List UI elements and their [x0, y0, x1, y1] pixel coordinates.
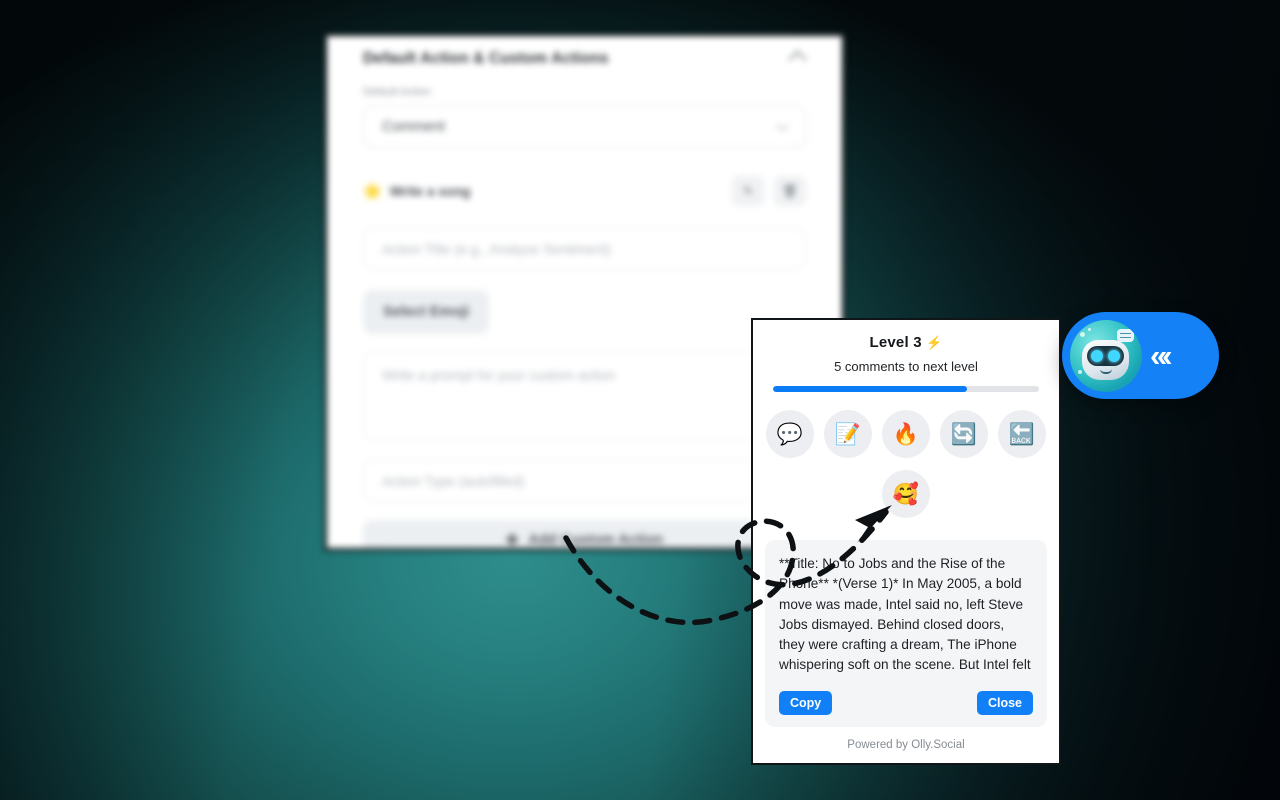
back-action[interactable]: 🔙 — [998, 410, 1046, 458]
default-action-select[interactable]: Comment — [363, 106, 806, 148]
action-buttons-row-secondary: 🥰 — [753, 470, 1059, 518]
fire-action[interactable]: 🔥 — [882, 410, 930, 458]
write-action[interactable]: 📝 — [824, 410, 872, 458]
edit-icon[interactable]: ✎ — [732, 176, 764, 206]
popup-footer: Powered by Olly.Social — [847, 739, 965, 751]
chevron-up-icon[interactable] — [788, 49, 807, 69]
screen-root: Default Action & Custom Actions Default … — [0, 0, 1280, 800]
action-buttons-row: 💬 📝 🔥 🔄 🔙 — [753, 410, 1059, 458]
level-progress-fill — [773, 386, 968, 392]
panel-header: Default Action & Custom Actions — [327, 36, 842, 74]
trash-icon[interactable]: 🗑 — [774, 176, 806, 206]
chat-bubble-icon — [1117, 328, 1134, 342]
level-title: Level 3 ⚡ — [773, 334, 1039, 351]
add-custom-action-button[interactable]: ✚ Add Custom Action — [363, 520, 806, 549]
panel-title: Default Action & Custom Actions — [363, 50, 609, 67]
chevron-left-triple-icon: «‹ — [1150, 338, 1172, 373]
back-action-icon: 🔙 — [1008, 422, 1036, 446]
action-type-placeholder: Action Type (autofilled) — [382, 473, 525, 489]
close-button[interactable]: Close — [976, 691, 1033, 715]
default-action-label: Default Action — [363, 86, 431, 98]
add-custom-action-label: Add Custom Action — [528, 532, 664, 548]
action-type-input[interactable]: Action Type (autofilled) — [363, 460, 806, 502]
star-icon: 🌟 — [363, 183, 382, 200]
write-action-icon: 📝 — [834, 422, 862, 446]
level-progress-bar — [773, 386, 1039, 392]
refresh-action[interactable]: 🔄 — [940, 410, 988, 458]
fire-action-icon: 🔥 — [892, 422, 920, 446]
refresh-action-icon: 🔄 — [950, 422, 978, 446]
action-title-placeholder: Action Title (e.g., Analyze Sentiment) — [382, 241, 611, 257]
select-emoji-button[interactable]: Select Emoji — [363, 290, 490, 334]
lightning-bolt-icon: ⚡ — [926, 335, 943, 350]
default-action-value: Comment — [382, 119, 445, 135]
custom-action-row: 🌟 Write a song ✎ 🗑 — [363, 174, 806, 208]
popup-header: Level 3 ⚡ 5 comments to next level — [753, 320, 1059, 392]
custom-action-prompt-textarea[interactable]: Write a prompt for your custom action — [363, 352, 806, 440]
comment-action[interactable]: 💬 — [766, 410, 814, 458]
result-button-row: Copy Close — [779, 691, 1033, 715]
generated-text: **Title: No to Jobs and the Rise of the … — [779, 556, 1031, 673]
write-a-song-action[interactable]: 🥰 — [882, 470, 930, 518]
level-label: Level 3 — [869, 334, 922, 351]
chevron-down-icon — [776, 117, 789, 131]
prompt-placeholder: Write a prompt for your custom action — [382, 367, 616, 383]
write-a-song-action-icon: 🥰 — [892, 482, 920, 506]
olly-launcher-button[interactable]: «‹ — [1062, 312, 1219, 399]
olly-popup: Level 3 ⚡ 5 comments to next level 💬 📝 🔥 🔄 🔙… — [751, 318, 1061, 765]
comment-action-icon: 💬 — [776, 422, 804, 446]
plus-icon: ✚ — [505, 532, 519, 549]
action-title-input[interactable]: Action Title (e.g., Analyze Sentiment) — [363, 228, 806, 270]
copy-button[interactable]: Copy — [779, 691, 833, 715]
custom-action-name: Write a song — [389, 183, 471, 199]
next-level-text: 5 comments to next level — [834, 359, 978, 374]
olly-robot-avatar-icon — [1070, 319, 1142, 392]
result-card: **Title: No to Jobs and the Rise of the … — [765, 540, 1047, 727]
